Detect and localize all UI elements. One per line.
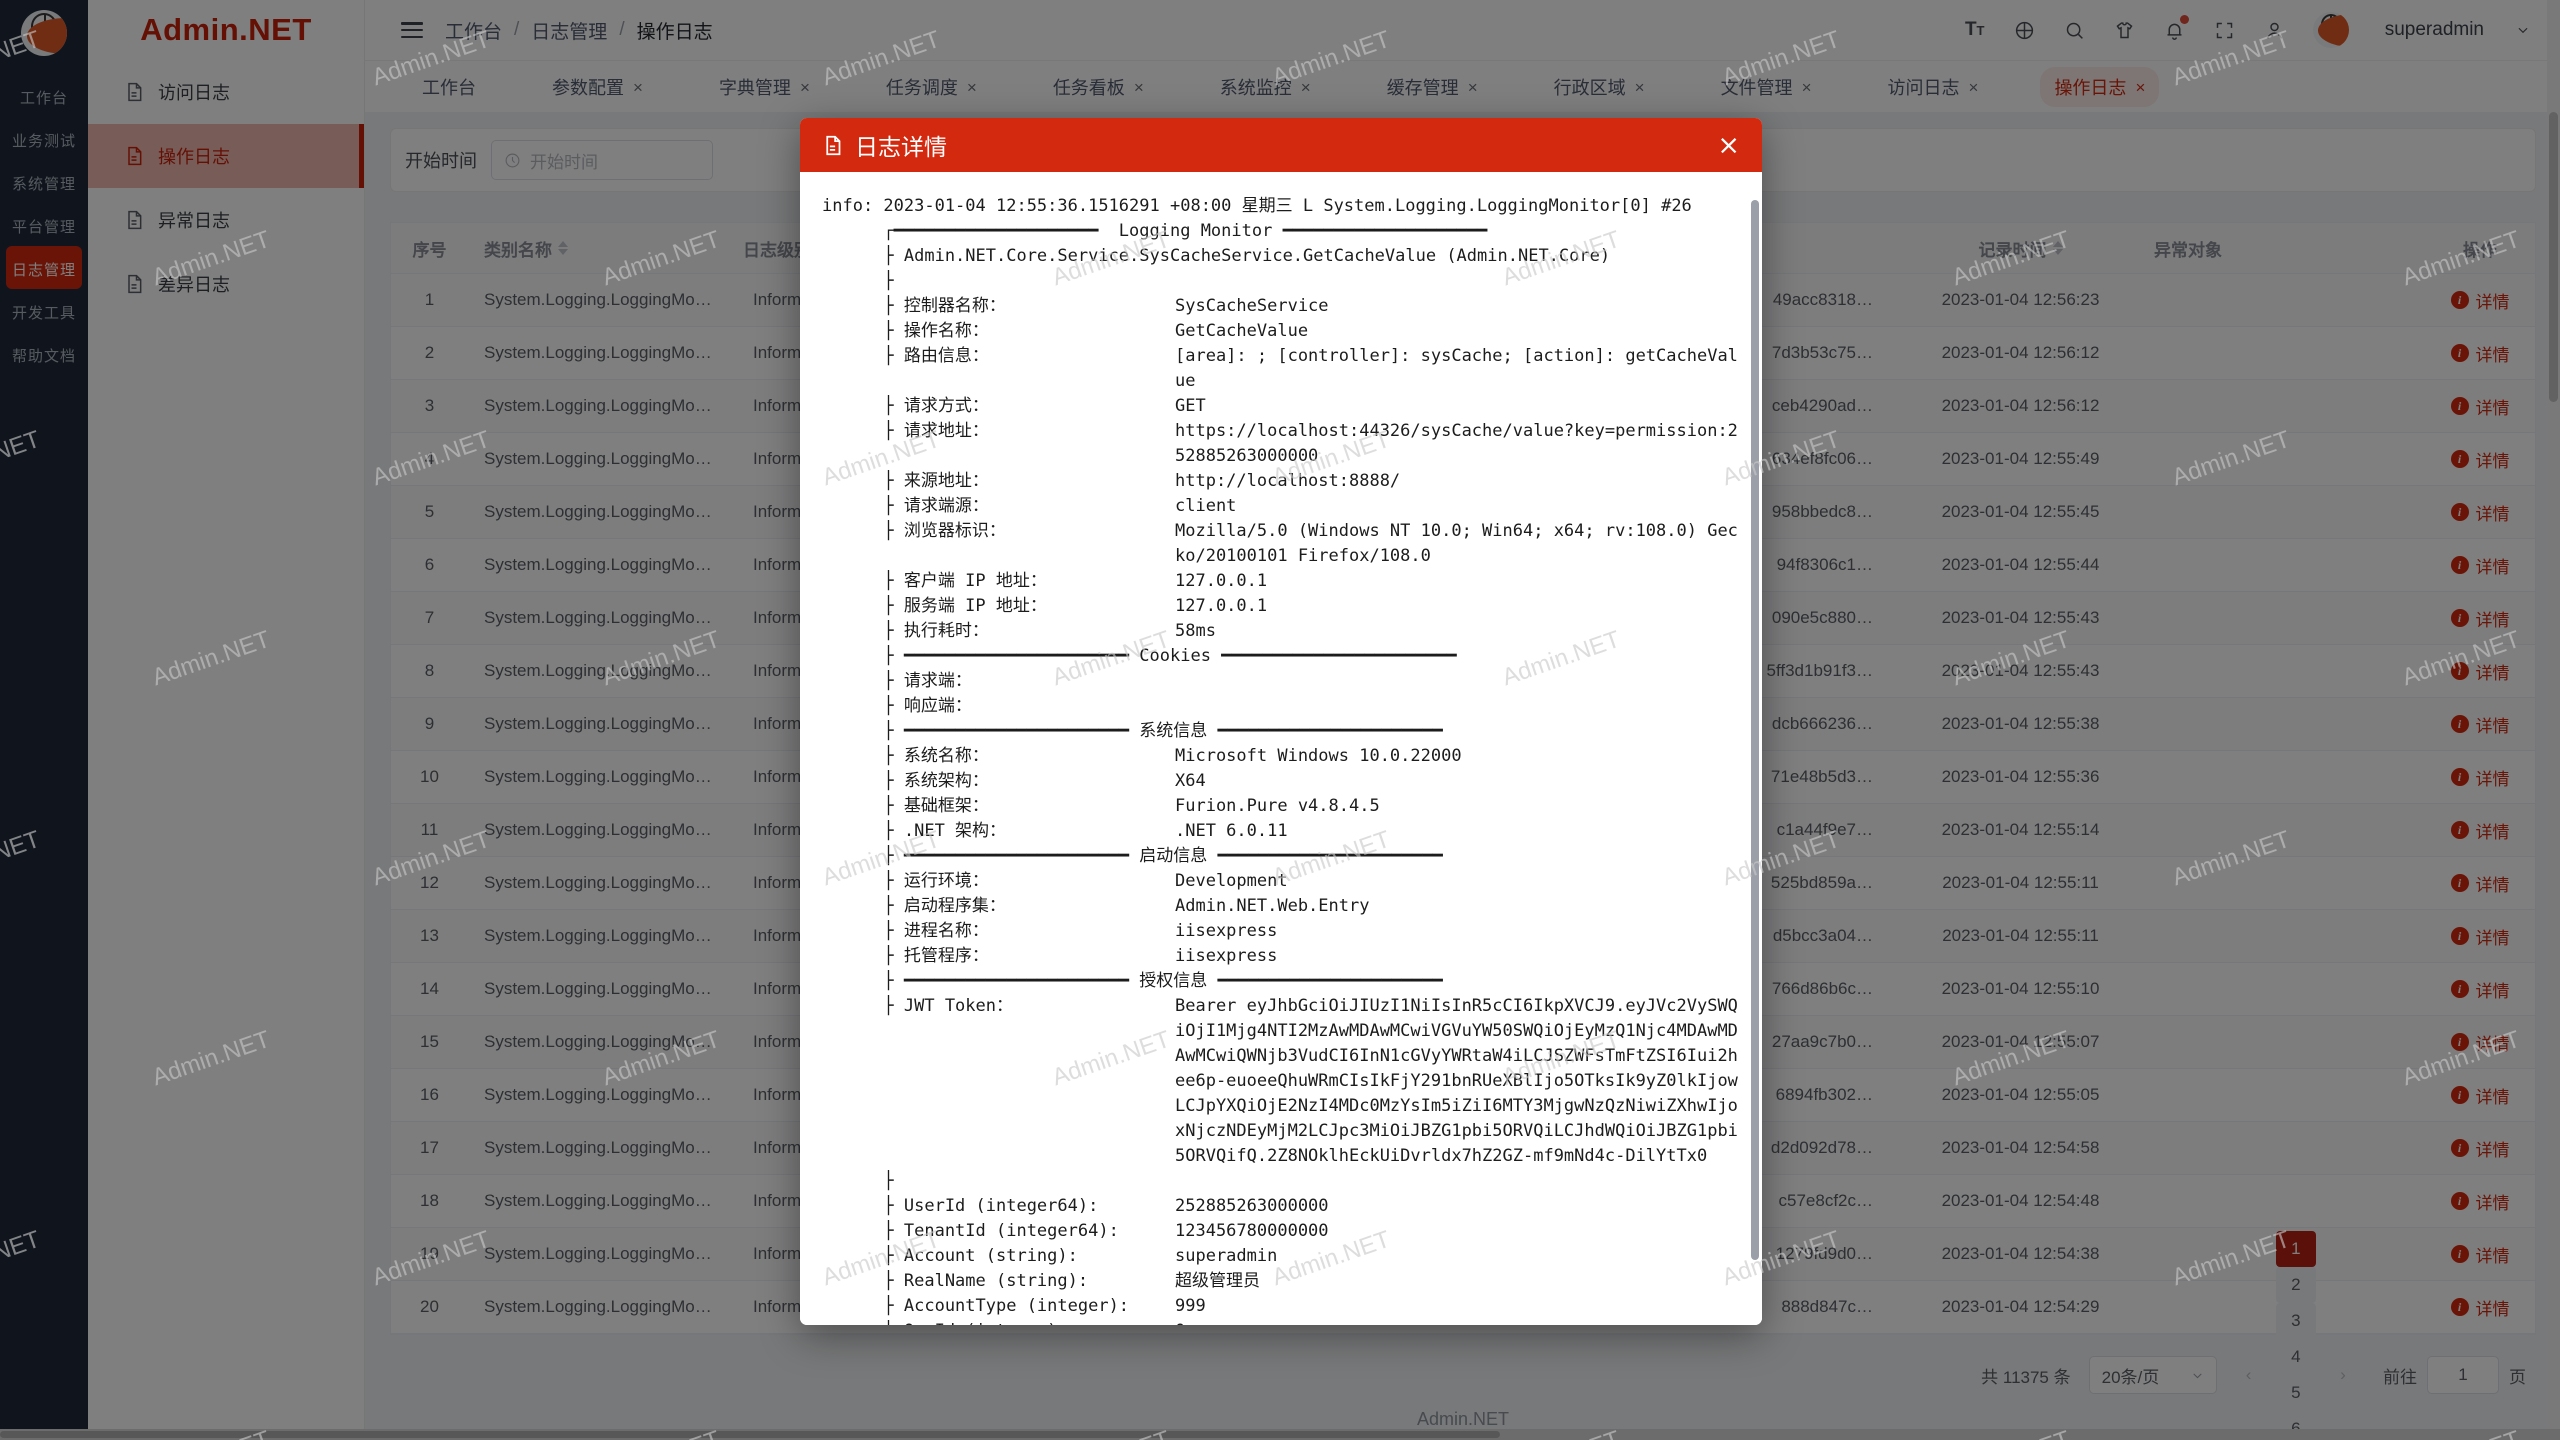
log-line: ├ ━━━━━━━━━━━━━━━━━━━━━━ Cookies ━━━━━━━… [822, 644, 1740, 669]
log-line: ├ 进程名称： iisexpress [822, 919, 1740, 944]
log-line: ├ 基础框架： Furion.Pure v4.8.4.5 [822, 794, 1740, 819]
log-line: ├ JWT Token： Bearer eyJhbGciOiJIUzI1NiIs… [822, 994, 1740, 1169]
log-line: ├ 托管程序： iisexpress [822, 944, 1740, 969]
log-line: ├ 服务端 IP 地址： 127.0.0.1 [822, 594, 1740, 619]
dialog-title: 日志详情 [855, 128, 947, 162]
dialog-header: 日志详情 × [800, 118, 1762, 172]
log-detail-body: info: 2023-01-04 12:55:36.1516291 +08:00… [800, 172, 1762, 1325]
log-line: ├ 操作名称： GetCacheValue [822, 319, 1740, 344]
log-line: ├ Account (string): superadmin [822, 1244, 1740, 1269]
log-line: ├ RealName (string): 超级管理员 [822, 1269, 1740, 1294]
log-line: ├ 来源地址： http://localhost:8888/ [822, 469, 1740, 494]
close-icon[interactable]: × [1717, 132, 1740, 159]
dialog-scrollbar-thumb[interactable] [1751, 200, 1759, 1260]
log-line: ├ OrgId (integer): 0 [822, 1319, 1740, 1325]
log-line: ├ 启动程序集： Admin.NET.Web.Entry [822, 894, 1740, 919]
log-line: ├ 系统架构： X64 [822, 769, 1740, 794]
log-line: ├ TenantId (integer64): 123456780000000 [822, 1219, 1740, 1244]
log-line: ├ 请求端源： client [822, 494, 1740, 519]
log-line: ├ 运行环境： Development [822, 869, 1740, 894]
log-line: ├ 请求端： [822, 669, 1740, 694]
log-line: ├ AccountType (integer): 999 [822, 1294, 1740, 1319]
log-line: ├ 浏览器标识： Mozilla/5.0 (Windows NT 10.0; W… [822, 519, 1740, 569]
log-line: ├ 控制器名称： SysCacheService [822, 294, 1740, 319]
log-line: ├ [822, 1169, 1740, 1194]
document-icon [822, 135, 843, 156]
log-line: ├ .NET 架构： .NET 6.0.11 [822, 819, 1740, 844]
log-line: ├ ━━━━━━━━━━━━━━━━━━━━━━ 启动信息 ━━━━━━━━━━… [822, 844, 1740, 869]
log-line: ├ Admin.NET.Core.Service.SysCacheService… [822, 244, 1740, 269]
log-line: ├ 响应端： [822, 694, 1740, 719]
log-line: ├ 系统名称： Microsoft Windows 10.0.22000 [822, 744, 1740, 769]
log-line: ├ [822, 269, 1740, 294]
log-line: ┌━━━━━━━━━━━━━━━━━━━━ Logging Monitor ━━… [822, 219, 1740, 244]
log-detail-dialog: 日志详情 × info: 2023-01-04 12:55:36.1516291… [800, 118, 1762, 1325]
app-root: 工作台 业务测试 系统管理 平台管理 [0, 0, 2560, 1440]
log-line: ├ 请求方式： GET [822, 394, 1740, 419]
log-line: ├ ━━━━━━━━━━━━━━━━━━━━━━ 授权信息 ━━━━━━━━━━… [822, 969, 1740, 994]
log-line: ├ ━━━━━━━━━━━━━━━━━━━━━━ 系统信息 ━━━━━━━━━━… [822, 719, 1740, 744]
log-line: ├ 执行耗时： 58ms [822, 619, 1740, 644]
log-line: ├ 请求地址： https://localhost:44326/sysCache… [822, 419, 1740, 469]
log-line: ├ 路由信息： [area]: ; [controller]: sysCache… [822, 344, 1740, 394]
log-line: info: 2023-01-04 12:55:36.1516291 +08:00… [822, 194, 1740, 219]
log-line: ├ UserId (integer64): 252885263000000 [822, 1194, 1740, 1219]
log-line: ├ 客户端 IP 地址： 127.0.0.1 [822, 569, 1740, 594]
